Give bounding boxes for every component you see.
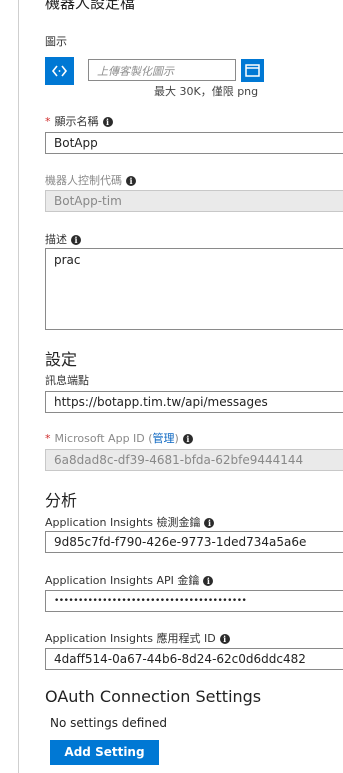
bot-handle-input: BotApp-tim — [45, 190, 343, 212]
description-textarea[interactable]: prac — [45, 248, 343, 330]
required-asterisk: * — [45, 115, 51, 128]
required-asterisk: * — [45, 432, 51, 445]
app-id-label-prefix: Microsoft App ID ( — [54, 432, 153, 445]
endpoint-label: 訊息端點 — [45, 374, 89, 387]
description-label-text: 描述 — [45, 233, 67, 246]
info-icon: i — [182, 434, 193, 444]
icon-upload-placeholder: 上傳客製化圖示 — [97, 65, 174, 78]
folder-browse-icon — [245, 64, 260, 77]
instrumentation-key-input[interactable]: 9d85c7fd-f790-426e-9773-1ded734a5a6e — [45, 531, 343, 553]
info-icon: i — [203, 576, 214, 586]
display-name-label-text: 顯示名稱 — [54, 115, 99, 128]
icon-size-note: 最大 30K，僅限 png — [154, 85, 259, 98]
analytics-heading: 分析 — [45, 491, 78, 510]
bot-icon-preview — [45, 57, 74, 85]
api-key-input[interactable]: •••••••••••••••••••••••••••••••••••••••• — [45, 590, 343, 612]
info-icon: i — [219, 634, 230, 644]
display-name-input[interactable]: BotApp — [45, 132, 343, 154]
info-icon: i — [204, 518, 215, 528]
bot-handle-label-text: 機器人控制代碼 — [45, 174, 122, 187]
display-name-label: * 顯示名稱 i — [45, 113, 113, 129]
app-id-label: * Microsoft App ID (管理) i — [45, 430, 193, 446]
insights-app-id-label: Application Insights 應用程式 ID i — [45, 630, 230, 646]
info-icon: i — [71, 235, 81, 245]
page-title: 機器人設定檔 — [45, 0, 136, 12]
panel-left-border — [18, 0, 19, 773]
icon-upload-input[interactable]: 上傳客製化圖示 — [88, 59, 236, 81]
app-id-input: 6a8dad8c-df39-4681-bfda-62bfe9444144 — [45, 449, 343, 471]
browse-file-button[interactable] — [241, 59, 264, 82]
oauth-heading: OAuth Connection Settings — [45, 687, 262, 706]
api-key-label-text: Application Insights API 金鑰 — [45, 574, 200, 587]
bot-code-icon — [51, 65, 68, 77]
add-setting-button[interactable]: Add Setting — [50, 740, 159, 765]
insights-app-id-label-text: Application Insights 應用程式 ID — [45, 632, 216, 645]
info-icon: i — [126, 176, 136, 186]
app-id-label-suffix: ) — [174, 432, 179, 445]
insights-app-id-input[interactable]: 4daff514-0a67-44b6-8d24-62c0d6ddc482 — [45, 648, 343, 670]
endpoint-input[interactable]: https://botapp.tim.tw/api/messages — [45, 391, 343, 413]
instrumentation-key-label: Application Insights 檢測金鑰 i — [45, 514, 215, 530]
info-icon: i — [102, 117, 113, 127]
settings-heading: 設定 — [45, 350, 78, 369]
bot-handle-label: 機器人控制代碼 i — [45, 172, 136, 188]
oauth-empty-text: No settings defined — [50, 716, 167, 730]
manage-app-id-link[interactable]: 管理 — [153, 432, 175, 445]
instrumentation-key-label-text: Application Insights 檢測金鑰 — [45, 516, 201, 529]
description-label: 描述 i — [45, 231, 81, 247]
api-key-label: Application Insights API 金鑰 i — [45, 572, 214, 588]
icon-label: 圖示 — [45, 35, 67, 48]
